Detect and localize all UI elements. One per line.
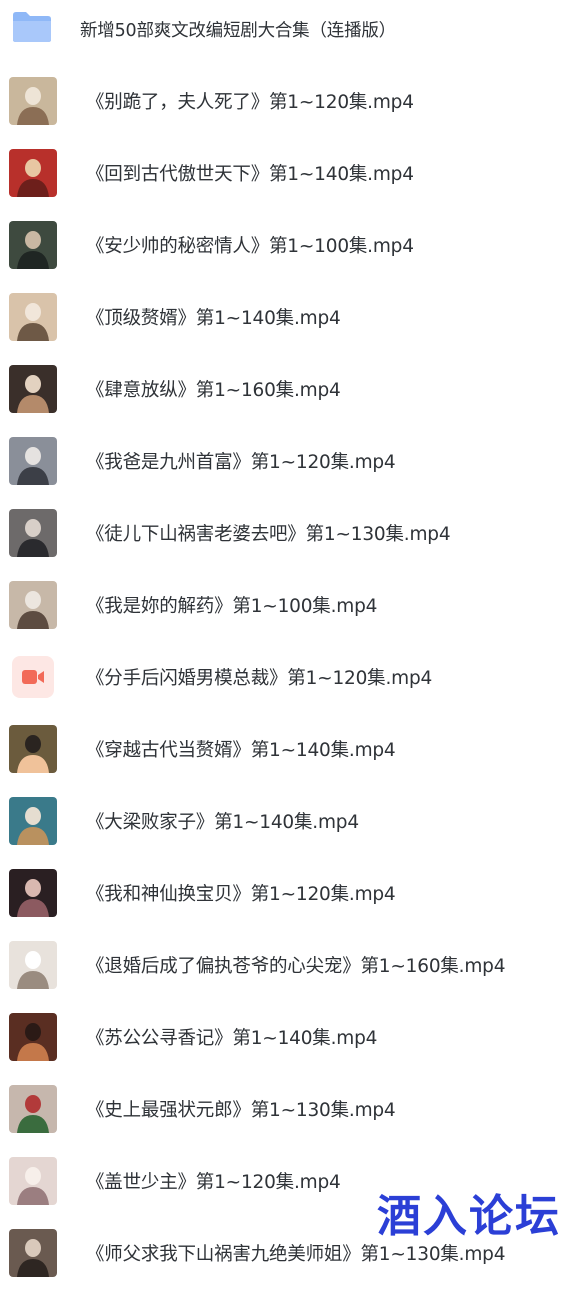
video-thumbnail xyxy=(9,797,57,845)
file-row[interactable]: 《回到古代傲世天下》第1~140集.mp4 xyxy=(0,137,575,209)
file-name: 《我是妳的解药》第1~100集.mp4 xyxy=(86,596,378,617)
video-thumbnail xyxy=(9,1013,57,1061)
folder-row[interactable]: 新增50部爽文改编短剧大合集（连播版） xyxy=(0,0,575,65)
file-row[interactable]: 《别跪了，夫人死了》第1~120集.mp4 xyxy=(0,65,575,137)
file-name: 《我和神仙换宝贝》第1~120集.mp4 xyxy=(86,884,396,905)
file-row[interactable]: 《肆意放纵》第1~160集.mp4 xyxy=(0,353,575,425)
file-row[interactable]: 《穿越古代当赘婿》第1~140集.mp4 xyxy=(0,713,575,785)
file-row[interactable]: 《顶级赘婿》第1~140集.mp4 xyxy=(0,281,575,353)
file-name: 《徒儿下山祸害老婆去吧》第1~130集.mp4 xyxy=(86,524,451,545)
file-name: 《盖世少主》第1~120集.mp4 xyxy=(86,1172,341,1193)
file-name: 《肆意放纵》第1~160集.mp4 xyxy=(86,380,341,401)
file-row[interactable]: 《安少帅的秘密情人》第1~100集.mp4 xyxy=(0,209,575,281)
file-name: 《退婚后成了偏执苍爷的心尖宠》第1~160集.mp4 xyxy=(86,956,506,977)
file-row[interactable]: 《我和神仙换宝贝》第1~120集.mp4 xyxy=(0,857,575,929)
file-name: 《史上最强状元郎》第1~130集.mp4 xyxy=(86,1100,396,1121)
video-thumbnail xyxy=(9,1157,57,1205)
file-row[interactable]: 《史上最强状元郎》第1~130集.mp4 xyxy=(0,1073,575,1145)
video-file-icon xyxy=(12,656,54,698)
file-name: 《穿越古代当赘婿》第1~140集.mp4 xyxy=(86,740,396,761)
video-thumbnail xyxy=(9,725,57,773)
video-thumbnail xyxy=(9,869,57,917)
video-thumbnail xyxy=(9,293,57,341)
file-row[interactable]: 《徒儿下山祸害老婆去吧》第1~130集.mp4 xyxy=(0,497,575,569)
file-row[interactable]: 《我是妳的解药》第1~100集.mp4 xyxy=(0,569,575,641)
file-name: 《回到古代傲世天下》第1~140集.mp4 xyxy=(86,164,414,185)
file-name: 《我爸是九州首富》第1~120集.mp4 xyxy=(86,452,396,473)
video-thumbnail xyxy=(9,221,57,269)
file-name: 《苏公公寻香记》第1~140集.mp4 xyxy=(86,1028,378,1049)
file-row[interactable]: 《大梁败家子》第1~140集.mp4 xyxy=(0,785,575,857)
file-name: 《大梁败家子》第1~140集.mp4 xyxy=(86,812,359,833)
video-thumbnail xyxy=(9,437,57,485)
video-thumbnail xyxy=(9,77,57,125)
file-name: 《安少帅的秘密情人》第1~100集.mp4 xyxy=(86,236,414,257)
video-thumbnail xyxy=(9,509,57,557)
video-thumbnail xyxy=(9,1085,57,1133)
file-row[interactable]: 《我爸是九州首富》第1~120集.mp4 xyxy=(0,425,575,497)
file-row[interactable]: 《分手后闪婚男模总裁》第1~120集.mp4 xyxy=(0,641,575,713)
video-thumbnail xyxy=(9,365,57,413)
folder-name: 新增50部爽文改编短剧大合集（连播版） xyxy=(80,20,396,41)
file-name: 《顶级赘婿》第1~140集.mp4 xyxy=(86,308,341,329)
file-name: 《分手后闪婚男模总裁》第1~120集.mp4 xyxy=(86,668,433,689)
video-thumbnail xyxy=(9,1229,57,1277)
file-row[interactable]: 《苏公公寻香记》第1~140集.mp4 xyxy=(0,1001,575,1073)
file-row[interactable]: 《退婚后成了偏执苍爷的心尖宠》第1~160集.mp4 xyxy=(0,929,575,1001)
video-thumbnail xyxy=(9,941,57,989)
video-thumbnail xyxy=(9,581,57,629)
video-thumbnail xyxy=(9,149,57,197)
file-name: 《别跪了，夫人死了》第1~120集.mp4 xyxy=(86,92,414,113)
folder-icon xyxy=(13,12,51,42)
watermark: 酒入论坛 xyxy=(377,1191,561,1242)
